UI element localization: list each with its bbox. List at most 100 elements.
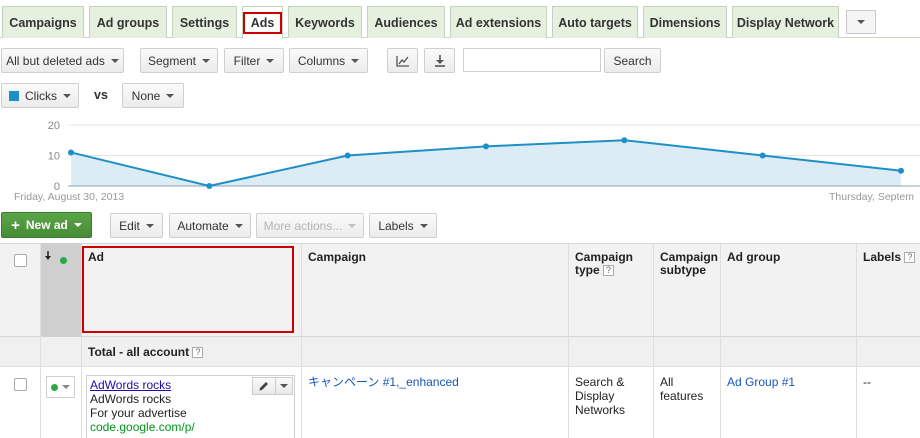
more-actions-dropdown[interactable]: More actions... <box>256 213 364 238</box>
search-button-label: Search <box>613 53 652 68</box>
ad-status-dropdown[interactable] <box>46 376 75 398</box>
ad-status-filter-dropdown[interactable]: All but deleted ads <box>1 48 124 73</box>
data-point <box>759 152 766 159</box>
sort-arrow-icon[interactable] <box>44 251 52 261</box>
ad-column-header[interactable]: Ad <box>88 251 104 264</box>
edit-ad-button[interactable] <box>252 377 276 395</box>
automate-label: Automate <box>177 218 229 233</box>
ad-group-column-header[interactable]: Ad group <box>727 251 780 264</box>
data-point <box>621 137 628 144</box>
ad-status-filter-label: All but deleted ads <box>6 53 105 68</box>
column-divider <box>40 243 41 438</box>
ad-headline-link[interactable]: AdWords rocks <box>90 378 171 392</box>
tab-label: Settings <box>179 15 230 30</box>
column-divider <box>856 243 857 438</box>
campaign-type-column-header[interactable]: Campaign type ? <box>575 251 633 277</box>
cell-text: Search & <box>575 375 625 389</box>
chevron-down-icon <box>110 58 119 63</box>
labels-dropdown[interactable]: Labels <box>369 213 437 238</box>
campaign-subtype-column-header[interactable]: Campaign subtype <box>660 251 718 277</box>
chart-end-date: Thursday, Septem <box>829 191 915 203</box>
tab-campaigns[interactable]: Campaigns <box>2 6 84 38</box>
tab-label: Ad extensions <box>455 15 542 30</box>
tab-label: Ad groups <box>96 15 160 30</box>
tab-label: Display Network <box>736 15 835 30</box>
more-tabs-button[interactable] <box>846 10 876 34</box>
data-point <box>483 143 489 150</box>
download-button[interactable] <box>424 48 455 73</box>
cell-text: All <box>660 375 674 389</box>
columns-dropdown[interactable]: Columns <box>289 48 368 73</box>
ads-table: Ad Campaign Campaign type ? Campaign sub… <box>0 243 920 438</box>
column-divider <box>720 243 721 438</box>
tab-settings[interactable]: Settings <box>172 6 237 38</box>
ad-group-link[interactable]: Ad Group #1 <box>727 375 795 389</box>
chevron-down-icon <box>857 20 865 24</box>
cell-text: features <box>660 389 704 403</box>
header-text: subtype <box>660 263 707 277</box>
header-text: Labels <box>863 250 902 264</box>
chevron-down-icon <box>266 58 275 63</box>
ad-actions-dropdown[interactable] <box>276 377 293 395</box>
segment-label: Segment <box>147 53 197 68</box>
tab-keywords[interactable]: Keywords <box>288 6 362 38</box>
tab-ads[interactable]: Ads <box>242 6 283 39</box>
cell-text: Display <box>575 389 615 403</box>
tab-label: Campaigns <box>9 15 77 30</box>
toggle-graph-button[interactable] <box>387 48 418 73</box>
help-icon[interactable]: ? <box>904 252 916 264</box>
secondary-metric-dropdown[interactable]: None <box>122 83 184 108</box>
automate-dropdown[interactable]: Automate <box>169 213 251 238</box>
filter-label: Filter <box>233 53 261 68</box>
help-icon[interactable]: ? <box>192 347 204 359</box>
edit-dropdown[interactable]: Edit <box>110 213 163 238</box>
data-point <box>206 183 213 189</box>
clicks-chart: 01020 <box>48 120 920 193</box>
enabled-status-icon <box>51 383 58 391</box>
select-all-checkbox[interactable] <box>14 254 27 267</box>
more-actions-label: More actions... <box>263 218 343 233</box>
tab-ad-groups[interactable]: Ad groups <box>89 6 167 38</box>
tab-auto-targets[interactable]: Auto targets <box>552 6 638 38</box>
columns-label: Columns <box>297 53 346 68</box>
series-color-swatch <box>9 90 19 101</box>
help-icon[interactable]: ? <box>603 265 615 277</box>
secondary-metric-label: None <box>131 88 161 103</box>
segment-dropdown[interactable]: Segment <box>140 48 218 73</box>
new-ad-button[interactable]: + New ad <box>1 212 92 238</box>
labels-column-header[interactable]: Labels ? <box>863 250 916 264</box>
campaign-subtype-cell: All features <box>660 375 703 403</box>
tab-label: Dimensions <box>649 15 721 30</box>
filter-dropdown[interactable]: Filter <box>224 48 284 73</box>
data-point <box>68 149 74 156</box>
tab-ad-extensions[interactable]: Ad extensions <box>450 6 547 38</box>
header-text: type ? <box>575 264 633 277</box>
row-checkbox[interactable] <box>14 378 27 391</box>
tab-display-network[interactable]: Display Network <box>732 6 839 38</box>
search-button[interactable]: Search <box>604 48 661 73</box>
table-header-row <box>0 243 920 337</box>
chart-start-date: Friday, August 30, 2013 <box>14 191 125 203</box>
tab-audiences[interactable]: Audiences <box>367 6 445 38</box>
chevron-down-icon <box>280 384 288 388</box>
chevron-down-icon <box>234 223 243 228</box>
column-divider <box>301 243 302 438</box>
chevron-down-icon <box>63 93 71 98</box>
chevron-down-icon <box>419 223 428 228</box>
labels-label: Labels <box>378 218 414 233</box>
header-text: type <box>575 263 600 277</box>
edit-label: Edit <box>119 218 140 233</box>
chevron-down-icon <box>351 58 360 63</box>
campaign-column-header[interactable]: Campaign <box>308 251 366 264</box>
primary-metric-label: Clicks <box>25 88 57 103</box>
ad-description-line2: For your advertise <box>90 406 187 420</box>
column-divider <box>568 243 569 438</box>
primary-metric-dropdown[interactable]: Clicks <box>1 83 79 108</box>
chevron-down-icon <box>348 223 357 228</box>
labels-cell: -- <box>863 375 871 389</box>
campaign-link[interactable]: キャンペーン #1,_enhanced <box>308 375 459 389</box>
search-input[interactable] <box>463 48 601 72</box>
column-divider <box>653 243 654 438</box>
chevron-down-icon <box>62 385 70 389</box>
tab-dimensions[interactable]: Dimensions <box>643 6 727 38</box>
